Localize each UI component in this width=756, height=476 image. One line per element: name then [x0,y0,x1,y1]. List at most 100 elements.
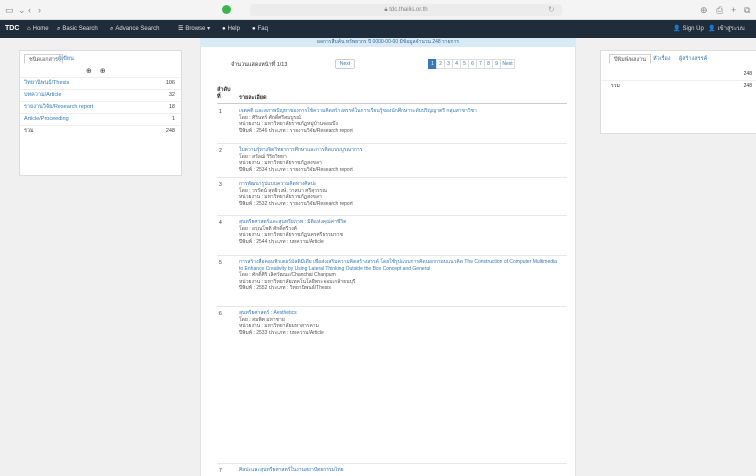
record-number: 7 [219,468,222,474]
share-icon[interactable]: ⎙ [716,4,723,16]
back-icon[interactable]: ‹ [28,4,31,16]
table-row: 5 การสร้างสื่อคอมพิวเตอร์มัลติมีเดีย เพื… [217,255,567,303]
user-icon: 👤 [673,26,681,32]
record-agency: หน่วยงาน : มหาวิทยาลัยราชภัฏนครศรีธรรมรา… [239,232,343,239]
record-info: ปีพิมพ์ : 2546 ประเภท : รายงานวิจัย/Rese… [239,127,353,134]
nav-faq-label: Faq [257,26,268,32]
facet-row[interactable]: รายงานวิจัย/Research report 18 [20,101,181,112]
record-title-link[interactable]: การสร้างสื่อคอมพิวเตอร์มัลติมีเดีย เพื่อ… [239,259,561,272]
year-header-count: 248 [743,71,752,77]
record-number: 1 [219,109,222,115]
new-tab-icon[interactable]: + [731,4,736,16]
nav-advance-search[interactable]: ⌕ Advance Search [110,25,159,34]
record-info: ปีพิมพ์ : 2544 ประเภท : บทความ/Article [239,238,324,245]
chevron-down-icon[interactable]: ⌄ [18,4,26,16]
record-agency: หน่วยงาน : มหาวิทยาลัยราชภัฏหมู่บ้านจอมบ… [239,121,338,128]
record-title-link[interactable]: สุนทรียศาสตร์และสุนทรียภาพ : มิติแห่งคุณ… [239,219,561,226]
record-agency: หน่วยงาน : มหาวิทยาลัยมหาสารคาม [239,323,319,330]
nav-faq[interactable]: ● Faq [252,25,268,34]
nav-advance-search-label: Advance Search [115,26,160,32]
sort-asc-icon[interactable]: ⊕ [86,68,92,75]
table-row: 6 สุนทรียศาสตร์ : Aesthetics โดย : สมพิศ… [217,306,567,340]
top-navbar: TDC ⌂ Home ⌕ Basic Search ⌕ Advance Search … [0,20,756,38]
user-icon: 👤 [708,26,716,32]
results-table-header: ลำดับ ที่ รายละเอียด [217,84,567,104]
record-number: 2 [219,148,222,154]
tab-subject[interactable]: หัวเรื่อง [649,54,675,64]
nav-sign-up-label: Sign Up [682,26,704,32]
record-info: ปีพิมพ์ : 2532 ประเภท : รายงานวิจัย/Rese… [239,200,353,207]
next-button[interactable]: Next [335,59,355,69]
home-icon: ⌂ [27,26,31,32]
tab-publish-year[interactable]: ปีพิมพ์/ผลงาน [609,54,652,64]
pagination: 1 2 3 4 5 6 7 8 9 Next [428,59,515,69]
record-title-link[interactable]: การพัฒนารูปแบบความคิดทางศิลปะ [239,181,561,188]
tab-creator[interactable]: ผู้สร้างสรรค์ [675,54,711,64]
search-icon: ⌕ [110,26,114,32]
record-agency: หน่วยงาน : มหาวิทยาลัยราชภัฏสงขลา [239,160,322,167]
tab-author[interactable]: ผู้เขียน [54,54,78,64]
facet-panel: ชนิดเอกสาร ผู้เขียน ⊕ ⊕ วิทยานิพนธ์/Thes… [19,50,182,176]
nav-login[interactable]: 👤 เข้าสู่ระบบ [708,25,745,34]
sidebar-toggle-icon[interactable]: ▭ [5,4,14,16]
sort-controls: ⊕ ⊕ [86,67,106,75]
record-title-link[interactable]: สุนทรียศาสตร์ : Aesthetics [239,310,561,317]
record-number: 4 [219,220,222,226]
facet-label[interactable]: บทความ/Article [24,90,61,101]
facet-row[interactable]: บทความ/Article 32 [20,89,181,100]
facet-tabs: ชนิดเอกสาร ผู้เขียน [20,54,181,65]
record-title-link[interactable]: ศิลปะและสุนทรียศาสตร์ในงานสถาปัตยกรรมไทย [239,467,561,474]
table-row: 3 การพัฒนารูปแบบความคิดทางศิลปะ โดย : วร… [217,177,567,214]
browser-toolbar: ▭ ⌄ ‹ › 🔒︎ tdc.thailis.or.th ↻ ⊕ ⎙ + ⧉ [0,0,756,20]
nav-sign-up[interactable]: 👤 Sign Up [673,25,704,34]
column-header-details: รายละเอียด [239,95,267,101]
record-info: ปีพิมพ์ : 2534 ประเภท : รายงานวิจัย/Rese… [239,166,353,173]
record-info: ปีพิมพ์ : 2533 ประเภท : บทความ/Article [239,329,324,336]
record-number: 5 [219,260,222,266]
facet-row[interactable]: วิทยานิพนธ์/Thesis 106 [20,77,181,88]
sort-desc-icon[interactable]: ⊕ [100,68,106,75]
year-facet-panel: ปีพิมพ์/ผลงาน หัวเรื่อง ผู้สร้างสรรค์ 24… [600,50,756,134]
facet-row[interactable]: Article/Proceeding 1 [20,113,181,124]
year-facet-tabs: ปีพิมพ์/ผลงาน หัวเรื่อง ผู้สร้างสรรค์ [601,54,756,65]
record-author: โดย : ศักดิ์ศิริ เลิศวัฒนะ/Chanchai Chan… [239,272,336,279]
facet-label[interactable]: รายงานวิจัย/Research report [24,102,93,113]
nav-basic-search[interactable]: ⌕ Basic Search [57,25,98,34]
nav-browse-label: Browse ▾ [185,26,211,32]
brand-logo[interactable]: TDC [5,24,19,34]
facet-count: 1 [171,116,175,122]
facet-total-count: 248 [165,128,175,134]
nav-login-label: เข้าสู่ระบบ [717,26,745,32]
record-title-link[interactable]: เจตคติ และสภาพปัญหาของการใช้ความคิดสร้าง… [239,108,561,115]
results-summary-banner: ผลการสืบค้น ทรัพยากร ปี 0000-00-00 มีข้อ… [200,38,576,47]
nav-home-label: Home [32,26,49,32]
column-header-number: ลำดับ ที่ [217,87,231,100]
nav-help[interactable]: ● Help [222,25,240,34]
facet-label[interactable]: วิทยานิพนธ์/Thesis [24,78,69,89]
faq-icon: ● [252,26,256,32]
year-total-count: 248 [743,83,752,89]
facet-count: 106 [165,80,175,86]
facet-total-row: รวม 248 [20,125,181,136]
facet-count: 18 [168,104,175,110]
facet-label[interactable]: Article/Proceeding [24,114,69,125]
record-number: 6 [219,311,222,317]
tabs-overview-icon[interactable]: ⧉ [744,4,750,16]
address-bar-url: tdc.thailis.or.th [389,7,428,13]
nav-help-label: Help [227,26,240,32]
record-title-link[interactable]: ใบความรู้ทางจิตวิทยาการศึกษาและการคิดแบบ… [239,147,561,154]
reload-icon[interactable]: ↻ [548,4,555,16]
nav-basic-search-label: Basic Search [62,26,98,32]
nav-browse[interactable]: ☰ Browse ▾ [178,25,210,34]
results-panel: จำนวนแสดงหน้าที่ 1/13 Next 1 2 3 4 5 6 7… [200,47,576,476]
nav-home[interactable]: ⌂ Home [27,25,49,34]
table-row: 1 เจตคติ และสภาพปัญหาของการใช้ความคิดสร้… [217,105,567,141]
site-favicon-icon [222,5,231,14]
pager-next-button[interactable]: Next [500,59,515,69]
forward-icon[interactable]: › [38,4,41,16]
address-bar[interactable]: 🔒︎ tdc.thailis.or.th [250,4,562,16]
facet-total-label: รวม [24,128,34,134]
year-total-row: รวม 248 [601,80,756,90]
facet-count: 32 [168,92,175,98]
download-icon[interactable]: ⊕ [700,4,708,16]
